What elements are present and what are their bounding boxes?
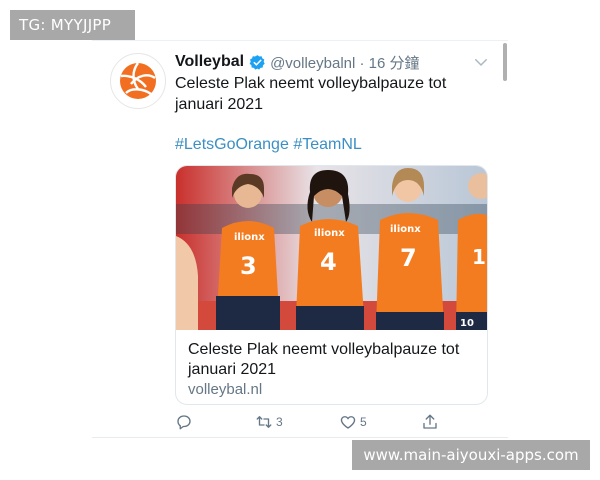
watermark-bottom: www.main-aiyouxi-apps.com	[352, 440, 590, 470]
heart-icon	[340, 416, 356, 429]
tweet-text: Celeste Plak neemt volleybalpauze tot ja…	[175, 75, 447, 113]
verified-badge-icon	[249, 54, 266, 71]
like-button[interactable]: 5	[339, 411, 367, 433]
jersey-number: 1(	[472, 245, 488, 269]
jersey-sponsor-text: ilionx	[314, 228, 345, 239]
share-button[interactable]	[421, 411, 439, 433]
scrollbar[interactable]	[503, 43, 507, 81]
retweet-count: 3	[276, 415, 283, 429]
retweet-button[interactable]: 3	[255, 411, 283, 433]
hashtag-link[interactable]: #LetsGoOrange	[175, 136, 289, 153]
link-card[interactable]: ilionx ilionx ilionx 3 4 7 1( 10 Celeste…	[175, 165, 488, 405]
chevron-down-icon[interactable]	[472, 53, 490, 71]
jersey-number: 3	[240, 252, 257, 280]
retweet-icon	[256, 416, 272, 428]
author-name[interactable]: Volleybal	[175, 53, 244, 71]
tweet[interactable]: Volleybal @volleybalnl · 16 分鐘 Celeste P…	[92, 40, 508, 438]
hashtag-link[interactable]: #TeamNL	[293, 136, 361, 153]
jersey-number: 4	[320, 248, 337, 276]
jersey-sponsor-text: ilionx	[390, 224, 421, 235]
hashtags: #LetsGoOrange #TeamNL	[175, 136, 362, 154]
handle-and-time: @volleybalnl · 16 分鐘	[270, 54, 420, 72]
tweet-actions: 3 5	[175, 411, 475, 433]
jersey-number: 7	[400, 244, 417, 272]
card-body: Celeste Plak neemt volleybalpauze tot ja…	[188, 340, 480, 400]
card-photo: ilionx ilionx ilionx 3 4 7 1( 10	[176, 166, 488, 330]
volleyball-logo-icon	[120, 62, 156, 99]
jersey-sponsor-text: ilionx	[234, 232, 265, 243]
reply-button[interactable]	[175, 411, 193, 433]
avatar[interactable]	[110, 53, 166, 109]
watermark-top: TG: MYYJJPP	[10, 10, 135, 40]
tweet-header: Volleybal @volleybalnl · 16 分鐘	[175, 51, 498, 73]
reply-icon	[177, 415, 191, 430]
card-domain: volleybal.nl	[188, 381, 263, 398]
shorts-number: 10	[460, 318, 474, 329]
share-icon	[423, 414, 437, 429]
like-count: 5	[360, 415, 367, 429]
card-title: Celeste Plak neemt volleybalpauze tot ja…	[188, 341, 460, 378]
